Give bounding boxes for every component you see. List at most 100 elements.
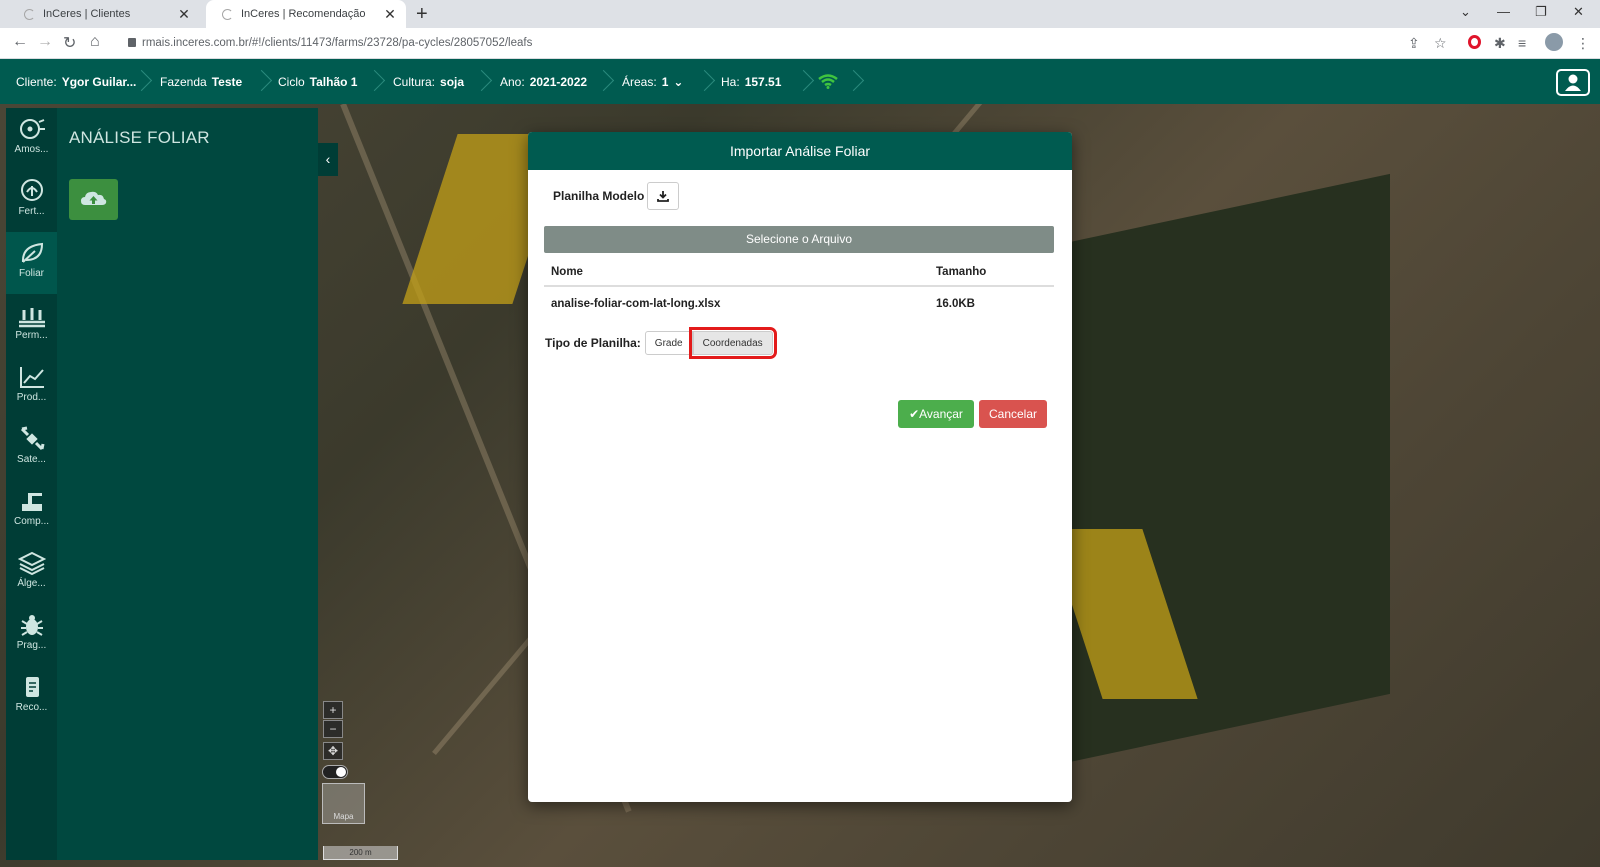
avatar[interactable] [1545, 33, 1563, 51]
crumb-value: 2021-2022 [529, 75, 588, 89]
chevron-down-icon: ⌄ [673, 75, 684, 89]
url-text: rmais.inceres.com.br/#!/clients/11473/fa… [142, 37, 533, 49]
file-size-cell: 16.0KB [936, 297, 975, 310]
sidebar-item-label: Fert... [18, 206, 45, 217]
tab-close-icon[interactable]: ✕ [174, 6, 194, 23]
close-window-button[interactable]: ✕ [1573, 4, 1584, 20]
share-icon[interactable]: ⇪ [1408, 35, 1420, 52]
table-row: analise-foliar-com-lat-long.xlsx 16.0KB [544, 286, 1054, 320]
crumb-cultura[interactable]: Cultura: soja [393, 75, 464, 89]
compaction-icon [21, 493, 42, 511]
user-menu-button[interactable] [1556, 69, 1590, 96]
minimize-button[interactable]: — [1497, 4, 1510, 19]
minimap[interactable]: Mapa [322, 783, 365, 824]
bug-icon [20, 615, 43, 636]
address-bar: ← → ↻ ⌂ rmais.inceres.com.br/#!/clients/… [0, 28, 1600, 59]
sidebar-item-satelite[interactable]: Sate... [6, 418, 57, 480]
crumb-value: soja [440, 75, 465, 89]
crumb-value: Talhão 1 [309, 75, 358, 89]
zoom-in-button[interactable]: + [323, 701, 343, 719]
advance-button[interactable]: ✔Avançar [898, 400, 974, 428]
crumb-ano[interactable]: Ano: 2021-2022 [500, 75, 587, 89]
type-grade-button[interactable]: Grade [644, 331, 693, 355]
sidebar-item-permanentes[interactable]: Perm... [6, 294, 57, 356]
select-file-button[interactable]: Selecione o Arquivo [544, 226, 1054, 253]
map-scale: 200 m [323, 846, 398, 860]
loading-icon [24, 8, 35, 20]
crumb-label: Cliente: [16, 75, 57, 89]
sidebar: Amos... Fert... Foliar Perm... Prod... S… [6, 108, 57, 860]
import-modal: Importar Análise Foliar Planilha Modelo … [528, 132, 1072, 802]
home-icon[interactable]: ⌂ [90, 33, 100, 51]
crumb-ciclo[interactable]: Ciclo Talhão 1 [278, 75, 357, 89]
sidebar-item-label: Prod... [16, 392, 47, 403]
sidebar-item-label: Reco... [15, 702, 48, 713]
sidebar-item-fertilidade[interactable]: Fert... [6, 170, 57, 232]
crumb-separator [796, 69, 812, 93]
crumb-label: Cultura: [393, 75, 436, 89]
download-model-button[interactable] [647, 182, 680, 210]
crumb-cliente[interactable]: Cliente: Ygor Guilar... [16, 75, 136, 89]
crumb-value: 157.51 [744, 75, 782, 89]
download-icon [657, 191, 670, 202]
menu-icon[interactable]: ⋮ [1576, 35, 1590, 52]
spreadsheet-type-label: Tipo de Planilha: [545, 336, 641, 350]
crumb-value: Ygor Guilar... [61, 75, 137, 89]
collapse-panel-button[interactable]: ‹ [318, 143, 338, 176]
app-header: Cliente: Ygor Guilar... Fazenda Teste Cicl… [0, 59, 1600, 104]
reload-icon[interactable]: ↻ [63, 33, 76, 53]
crumb-separator [697, 69, 713, 93]
layer-toggle[interactable] [322, 765, 348, 779]
model-spreadsheet-label: Planilha Modelo [553, 189, 645, 203]
browser-tab-clientes[interactable]: InCeres | Clientes ✕ [8, 0, 200, 28]
new-tab-button[interactable]: + [416, 3, 428, 26]
column-header-name: Nome [544, 258, 929, 287]
upload-button[interactable] [69, 179, 118, 220]
crumb-separator [367, 69, 383, 93]
sidebar-item-compactacao[interactable]: Comp... [6, 480, 57, 542]
table-header-row: Nome Tamanho [544, 258, 1054, 287]
crumb-separator [846, 69, 862, 93]
opera-extension-icon[interactable] [1468, 35, 1481, 49]
sidebar-item-foliar[interactable]: Foliar [6, 232, 57, 294]
cancel-button[interactable]: Cancelar [979, 400, 1047, 428]
sidebar-item-algebra[interactable]: Álge... [6, 542, 57, 604]
back-icon[interactable]: ← [12, 33, 28, 51]
sidebar-item-label: Prag... [16, 640, 47, 651]
url-field[interactable]: rmais.inceres.com.br/#!/clients/11473/fa… [128, 37, 532, 49]
star-icon[interactable]: ☆ [1434, 35, 1447, 52]
crumb-fazenda[interactable]: Fazenda Teste [160, 75, 242, 89]
zoom-out-button[interactable]: − [323, 720, 343, 738]
cloud-upload-icon [81, 191, 107, 205]
browser-tab-recomendacao[interactable]: InCeres | Recomendação ✕ [206, 0, 406, 28]
tab-title: InCeres | Clientes [43, 8, 131, 20]
forward-icon[interactable]: → [37, 33, 53, 51]
chevron-down-icon[interactable]: ⌄ [1460, 4, 1471, 20]
productivity-chart-icon [19, 367, 44, 388]
crumb-ha: Ha: 157.51 [721, 75, 781, 89]
crumb-areas[interactable]: Áreas: 1 ⌄ [622, 75, 683, 89]
sidebar-item-pragas[interactable]: Prag... [6, 604, 57, 666]
file-name-cell: analise-foliar-com-lat-long.xlsx [551, 297, 721, 310]
sidebar-item-label: Sate... [17, 454, 46, 465]
sidebar-item-label: Álge... [17, 578, 46, 589]
browser-tabbar: InCeres | Clientes ✕ InCeres | Recomenda… [0, 0, 1600, 28]
crumb-value: 1 [661, 75, 669, 89]
tab-close-icon[interactable]: ✕ [380, 6, 400, 23]
extensions-icon[interactable]: ✱ [1494, 35, 1506, 52]
pan-button[interactable]: ✥ [323, 742, 343, 760]
restore-button[interactable]: ❐ [1535, 4, 1547, 20]
crumb-separator [254, 69, 270, 93]
type-coordenadas-button[interactable]: Coordenadas [688, 327, 777, 359]
sidebar-item-label: Amos... [14, 144, 49, 155]
sidebar-item-produtividade[interactable]: Prod... [6, 356, 57, 418]
tab-title: InCeres | Recomendação [241, 8, 366, 20]
layers-icon [17, 551, 46, 576]
crumb-value: Teste [211, 75, 243, 89]
sidebar-item-label: Comp... [13, 516, 49, 527]
sidebar-item-amostragem[interactable]: Amos... [6, 108, 57, 170]
sidebar-item-recomendacao[interactable]: Reco... [6, 666, 57, 728]
crumb-label: Ha: [721, 75, 740, 89]
crumb-label: Áreas: [622, 75, 657, 89]
media-icon[interactable]: ≡ [1518, 35, 1526, 51]
